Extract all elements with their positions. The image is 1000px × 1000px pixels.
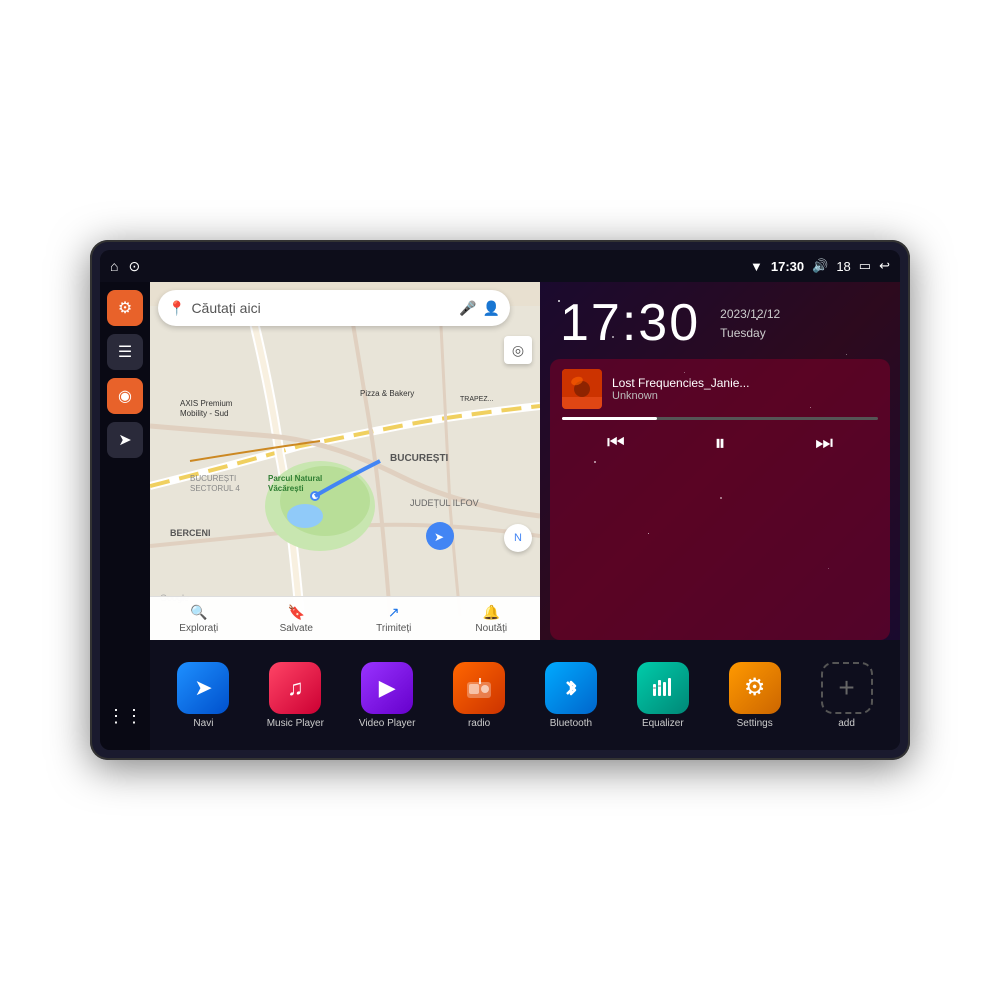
equalizer-label: Equalizer bbox=[642, 718, 684, 729]
screen: ⌂ ⊙ ▼ 17:30 🔊 18 ▭ ↩ ⚙ ☰ bbox=[100, 250, 900, 750]
navi-label: Navi bbox=[193, 718, 213, 729]
svg-text:Mobility - Sud: Mobility - Sud bbox=[180, 409, 228, 418]
news-label: Noutăți bbox=[475, 623, 507, 634]
add-app-icon: + bbox=[821, 662, 873, 714]
map-tab-saved[interactable]: 🔖 Salvate bbox=[248, 604, 346, 634]
svg-text:Văcărești: Văcărești bbox=[268, 484, 304, 493]
settings-icon: ⚙ bbox=[118, 298, 132, 318]
svg-text:TRAPEZ...: TRAPEZ... bbox=[460, 396, 494, 403]
video-label: Video Player bbox=[359, 718, 416, 729]
saved-label: Salvate bbox=[280, 623, 313, 634]
battery-icon: ▭ bbox=[859, 258, 871, 274]
app-radio[interactable]: radio bbox=[436, 662, 523, 729]
navi-arrow-icon: ➤ bbox=[194, 675, 212, 701]
add-label: add bbox=[838, 718, 855, 729]
svg-text:SECTORUL 4: SECTORUL 4 bbox=[190, 484, 240, 493]
grid-icon: ⋮⋮ bbox=[107, 706, 143, 727]
plus-icon: + bbox=[838, 674, 854, 702]
top-panels: AXIS Premium Mobility - Sud Pizza & Bake… bbox=[150, 282, 900, 640]
svg-text:Parcul Natural: Parcul Natural bbox=[268, 474, 322, 483]
volume-icon: 🔊 bbox=[812, 258, 828, 274]
location-button[interactable]: ◎ bbox=[504, 336, 532, 364]
target-icon: ◎ bbox=[512, 342, 524, 359]
explore-icon: 🔍 bbox=[190, 604, 207, 621]
back-icon[interactable]: ↩ bbox=[879, 258, 890, 274]
battery-level: 18 bbox=[836, 259, 850, 274]
music-progress-bar[interactable] bbox=[562, 417, 878, 420]
sidebar-settings-icon[interactable]: ⚙ bbox=[107, 290, 143, 326]
svg-text:AXIS Premium: AXIS Premium bbox=[180, 399, 233, 408]
status-bar: ⌂ ⊙ ▼ 17:30 🔊 18 ▭ ↩ bbox=[100, 250, 900, 282]
home-icon[interactable]: ⌂ bbox=[110, 258, 118, 274]
app-add[interactable]: + add bbox=[803, 662, 890, 729]
navi-icon: ➤ bbox=[177, 662, 229, 714]
video-icon: ▶ bbox=[361, 662, 413, 714]
gear-icon: ⚙ bbox=[744, 673, 766, 702]
bluetooth-label: Bluetooth bbox=[550, 718, 592, 729]
mic-icon[interactable]: 🎤 bbox=[459, 300, 476, 317]
app-launcher: ➤ Navi ♫ Music Player ▶ Vid bbox=[150, 640, 900, 750]
compass-button[interactable]: N bbox=[504, 524, 532, 552]
map-search-text: Căutați aici bbox=[191, 300, 453, 316]
music-icon: ♫ bbox=[269, 662, 321, 714]
wifi-icon: ▼ bbox=[750, 259, 763, 274]
sidebar-grid-icon[interactable]: ⋮⋮ bbox=[107, 698, 143, 734]
music-note-icon: ♫ bbox=[287, 675, 304, 701]
radio-icon bbox=[453, 662, 505, 714]
svg-text:BUCUREȘTI: BUCUREȘTI bbox=[190, 474, 236, 483]
sidebar-menu-icon[interactable]: ☰ bbox=[107, 334, 143, 370]
news-icon: 🔔 bbox=[483, 604, 500, 621]
map-tab-explore[interactable]: 🔍 Explorați bbox=[150, 604, 248, 634]
main-content: ⚙ ☰ ◉ ➤ ⋮⋮ bbox=[100, 282, 900, 750]
status-left: ⌂ ⊙ bbox=[110, 258, 140, 275]
menu-icon: ☰ bbox=[118, 342, 132, 362]
share-label: Trimiteți bbox=[376, 623, 411, 634]
share-icon: ↗ bbox=[388, 604, 400, 621]
svg-text:BUCUREȘTI: BUCUREȘTI bbox=[390, 453, 449, 464]
map-search-bar[interactable]: 📍 Căutați aici 🎤 👤 bbox=[158, 290, 510, 326]
svg-text:BERCENI: BERCENI bbox=[170, 528, 211, 538]
music-label: Music Player bbox=[267, 718, 324, 729]
sidebar-nav-icon[interactable]: ➤ bbox=[107, 422, 143, 458]
sidebar: ⚙ ☰ ◉ ➤ ⋮⋮ bbox=[100, 282, 150, 750]
map-tab-news[interactable]: 🔔 Noutăți bbox=[443, 604, 541, 634]
google-maps-pin-icon: 📍 bbox=[168, 300, 185, 317]
app-equalizer[interactable]: Equalizer bbox=[619, 662, 706, 729]
explore-label: Explorați bbox=[179, 623, 218, 634]
status-time: 17:30 bbox=[771, 259, 804, 274]
music-progress-fill bbox=[562, 417, 657, 420]
maps-status-icon[interactable]: ⊙ bbox=[128, 258, 140, 275]
radio-label: radio bbox=[468, 718, 490, 729]
app-video[interactable]: ▶ Video Player bbox=[344, 662, 431, 729]
profile-icon[interactable]: 👤 bbox=[483, 300, 500, 317]
app-settings[interactable]: ⚙ Settings bbox=[711, 662, 798, 729]
status-right: ▼ 17:30 🔊 18 ▭ ↩ bbox=[750, 258, 890, 274]
compass-icon: N bbox=[514, 532, 522, 544]
saved-icon: 🔖 bbox=[288, 604, 305, 621]
svg-text:Pizza & Bakery: Pizza & Bakery bbox=[360, 389, 414, 398]
equalizer-icon bbox=[637, 662, 689, 714]
play-icon: ▶ bbox=[379, 675, 396, 701]
map-view[interactable]: AXIS Premium Mobility - Sud Pizza & Bake… bbox=[150, 282, 540, 640]
app-navi[interactable]: ➤ Navi bbox=[160, 662, 247, 729]
map-panel[interactable]: AXIS Premium Mobility - Sud Pizza & Bake… bbox=[150, 282, 540, 640]
app-music[interactable]: ♫ Music Player bbox=[252, 662, 339, 729]
right-panel: 17:30 2023/12/12 Tuesday bbox=[540, 282, 900, 640]
map-pin-sidebar-icon: ◉ bbox=[118, 386, 132, 406]
svg-text:➤: ➤ bbox=[434, 530, 444, 544]
settings-app-icon: ⚙ bbox=[729, 662, 781, 714]
svg-text:JUDEȚUL ILFOV: JUDEȚUL ILFOV bbox=[410, 498, 479, 508]
car-head-unit: ⌂ ⊙ ▼ 17:30 🔊 18 ▭ ↩ ⚙ ☰ bbox=[90, 240, 910, 760]
sidebar-maps-icon[interactable]: ◉ bbox=[107, 378, 143, 414]
map-tab-share[interactable]: ↗ Trimiteți bbox=[345, 604, 443, 634]
content-area: AXIS Premium Mobility - Sud Pizza & Bake… bbox=[150, 282, 900, 750]
nav-arrow-icon: ➤ bbox=[118, 430, 131, 450]
settings-label: Settings bbox=[737, 718, 773, 729]
bluetooth-icon bbox=[545, 662, 597, 714]
app-bluetooth[interactable]: Bluetooth bbox=[528, 662, 615, 729]
stars-background bbox=[540, 282, 900, 640]
map-bottom-tabs: 🔍 Explorați 🔖 Salvate ↗ Trimiteți bbox=[150, 596, 540, 640]
